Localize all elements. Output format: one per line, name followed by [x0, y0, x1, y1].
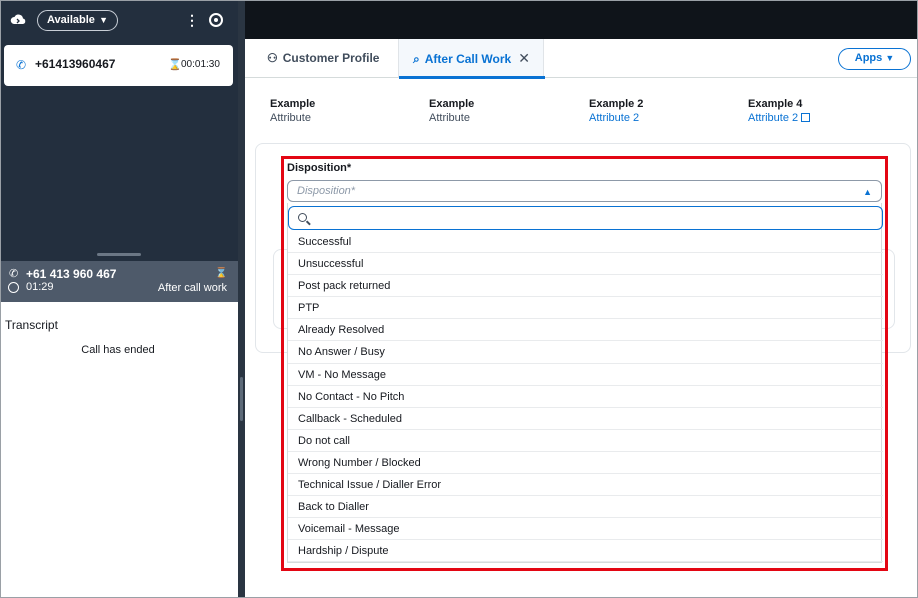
chevron-down-icon: ▼ [885, 53, 895, 63]
splitter-grip[interactable] [240, 377, 243, 421]
chevron-down-icon: ▼ [99, 15, 108, 25]
agent-status-label: Available [47, 14, 95, 26]
attribute-value: Attribute [270, 112, 311, 124]
speech-bubble-icon: ⌕ [413, 52, 420, 66]
cloud-phone-icon [10, 14, 26, 24]
close-icon[interactable]: ✕ [518, 39, 530, 78]
attribute-value: Attribute [429, 112, 470, 124]
active-call-timer: 00:01:30 [181, 59, 220, 70]
workspace-tabs: ⚇ Customer Profile ⌕ After Call Work ✕ [245, 39, 917, 79]
person-icon: ⚇ [267, 51, 278, 65]
contact-attributes: Example Attribute Example Attribute Exam… [245, 79, 917, 139]
attribute-link[interactable]: Attribute 2 [589, 112, 643, 124]
contact-number: +61 413 960 467 [26, 267, 117, 281]
clock-icon [8, 282, 19, 293]
tab-label: Customer Profile [282, 51, 380, 65]
transcript-message: Call has ended [81, 344, 155, 356]
active-call-number: +61413960467 [35, 57, 116, 71]
phone-icon: ✆ [16, 58, 27, 72]
workspace-top-bar [245, 1, 917, 39]
more-options-icon[interactable]: ⋮ [185, 12, 199, 28]
attribute-link-label: Attribute 2 [748, 112, 799, 124]
attribute-item: Example 2 Attribute 2 [589, 98, 643, 124]
contact-duration: 01:29 [26, 281, 54, 293]
tab-customer-profile[interactable]: ⚇ Customer Profile [267, 39, 379, 78]
attribute-key: Example 2 [589, 98, 644, 110]
active-call-card[interactable]: ✆ +61413960467 ⌛ 00:01:30 [4, 45, 233, 86]
settings-icon[interactable] [209, 13, 223, 27]
apps-label: Apps [854, 52, 883, 64]
agent-status-dropdown[interactable]: Available ▼ [37, 10, 118, 31]
highlight-annotation-box [281, 156, 888, 571]
transcript-title: Transcript [5, 318, 58, 332]
hourglass-icon: ⌛ [168, 59, 182, 71]
attribute-key: Example 4 [748, 98, 803, 110]
hourglass-icon: ⌛ [215, 268, 228, 279]
attribute-key: Example [270, 98, 316, 110]
attribute-item: Example 4 Attribute 2 [748, 98, 811, 124]
contact-control-panel: Available ▼ ⋮ ✆ +61413960467 ⌛ 00:01:30 … [1, 1, 238, 597]
transcript-panel: Transcript Call has ended [1, 302, 238, 597]
contact-status-bar: ✆ +61 413 960 467 01:29 ⌛ After call wor… [1, 261, 238, 302]
phone-icon: ✆ [9, 268, 19, 280]
attribute-key: Example [429, 98, 475, 110]
apps-button[interactable]: Apps ▼ [838, 48, 911, 70]
attribute-link[interactable]: Attribute 2 [748, 112, 811, 124]
ccp-header: Available ▼ ⋮ [1, 1, 238, 41]
tab-after-call-work[interactable]: ⌕ After Call Work ✕ [398, 39, 545, 79]
tab-label: After Call Work [424, 52, 512, 66]
contact-state: After call work [157, 282, 227, 294]
external-link-icon [801, 113, 811, 122]
attribute-item: Example Attribute [429, 98, 474, 124]
attribute-item: Example Attribute [270, 98, 315, 124]
vertical-splitter[interactable] [238, 1, 245, 597]
app-window: Available ▼ ⋮ ✆ +61413960467 ⌛ 00:01:30 … [0, 0, 918, 598]
panel-resize-handle[interactable] [97, 253, 141, 256]
